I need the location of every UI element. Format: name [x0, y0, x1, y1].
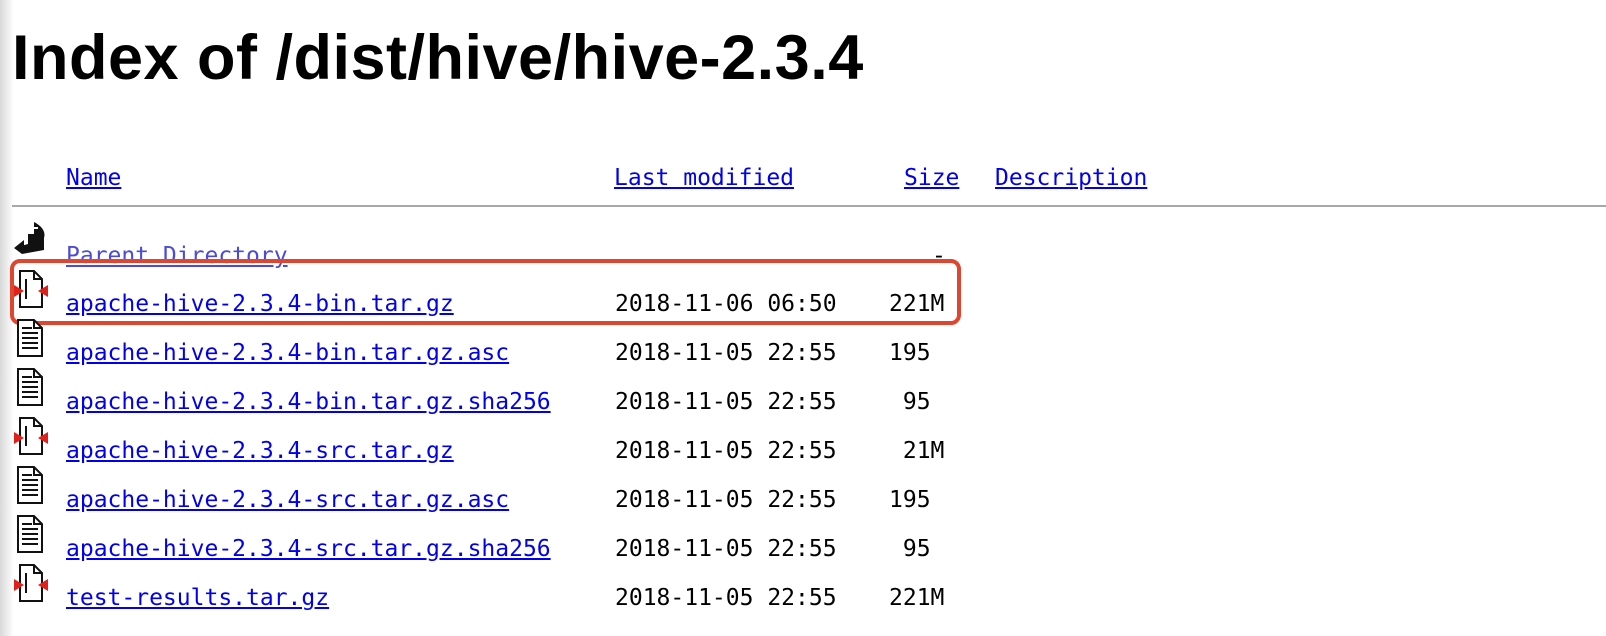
file-modified: 2018-11-05 22:55: [615, 585, 837, 611]
text-file-icon: [17, 466, 43, 504]
file-link[interactable]: apache-hive-2.3.4-bin.tar.gz: [66, 289, 454, 319]
text-file-icon: [17, 368, 43, 406]
file-modified: 2018-11-05 22:55: [615, 340, 837, 366]
file-modified: 2018-11-05 22:55: [615, 438, 837, 464]
file-modified: 2018-11-06 06:50: [615, 291, 837, 317]
sort-by-last-modified-link[interactable]: Last modified: [614, 163, 794, 193]
file-size: 21M: [889, 438, 945, 464]
file-modified: 2018-11-05 22:55: [615, 536, 837, 562]
sort-by-name-link[interactable]: Name: [66, 163, 121, 193]
file-size: 221M: [889, 585, 945, 611]
file-link[interactable]: apache-hive-2.3.4-bin.tar.gz.sha256: [66, 387, 551, 417]
file-link[interactable]: apache-hive-2.3.4-src.tar.gz.asc: [66, 485, 509, 515]
file-link[interactable]: test-results.tar.gz: [66, 583, 329, 613]
compressed-file-icon: [14, 564, 48, 602]
header-divider: [12, 205, 1606, 207]
compressed-file-icon: [14, 270, 48, 308]
sort-by-description-link[interactable]: Description: [995, 163, 1147, 193]
file-link[interactable]: apache-hive-2.3.4-bin.tar.gz.asc: [66, 338, 509, 368]
file-modified: 2018-11-05 22:55: [615, 487, 837, 513]
file-size: 95: [889, 389, 931, 415]
file-link[interactable]: apache-hive-2.3.4-src.tar.gz.sha256: [66, 534, 551, 564]
file-size: 195: [889, 340, 931, 366]
text-file-icon: [17, 319, 43, 357]
file-size: 95: [889, 536, 931, 562]
text-file-icon: [17, 515, 43, 553]
file-size: 221M: [889, 291, 945, 317]
file-size: 195: [889, 487, 931, 513]
compressed-file-icon: [14, 417, 48, 455]
file-link[interactable]: apache-hive-2.3.4-src.tar.gz: [66, 436, 454, 466]
page-title: Index of /dist/hive/hive-2.3.4: [12, 23, 864, 93]
sort-by-size-link[interactable]: Size: [904, 163, 959, 193]
back-icon: [14, 222, 45, 254]
file-modified: 2018-11-05 22:55: [615, 389, 837, 415]
